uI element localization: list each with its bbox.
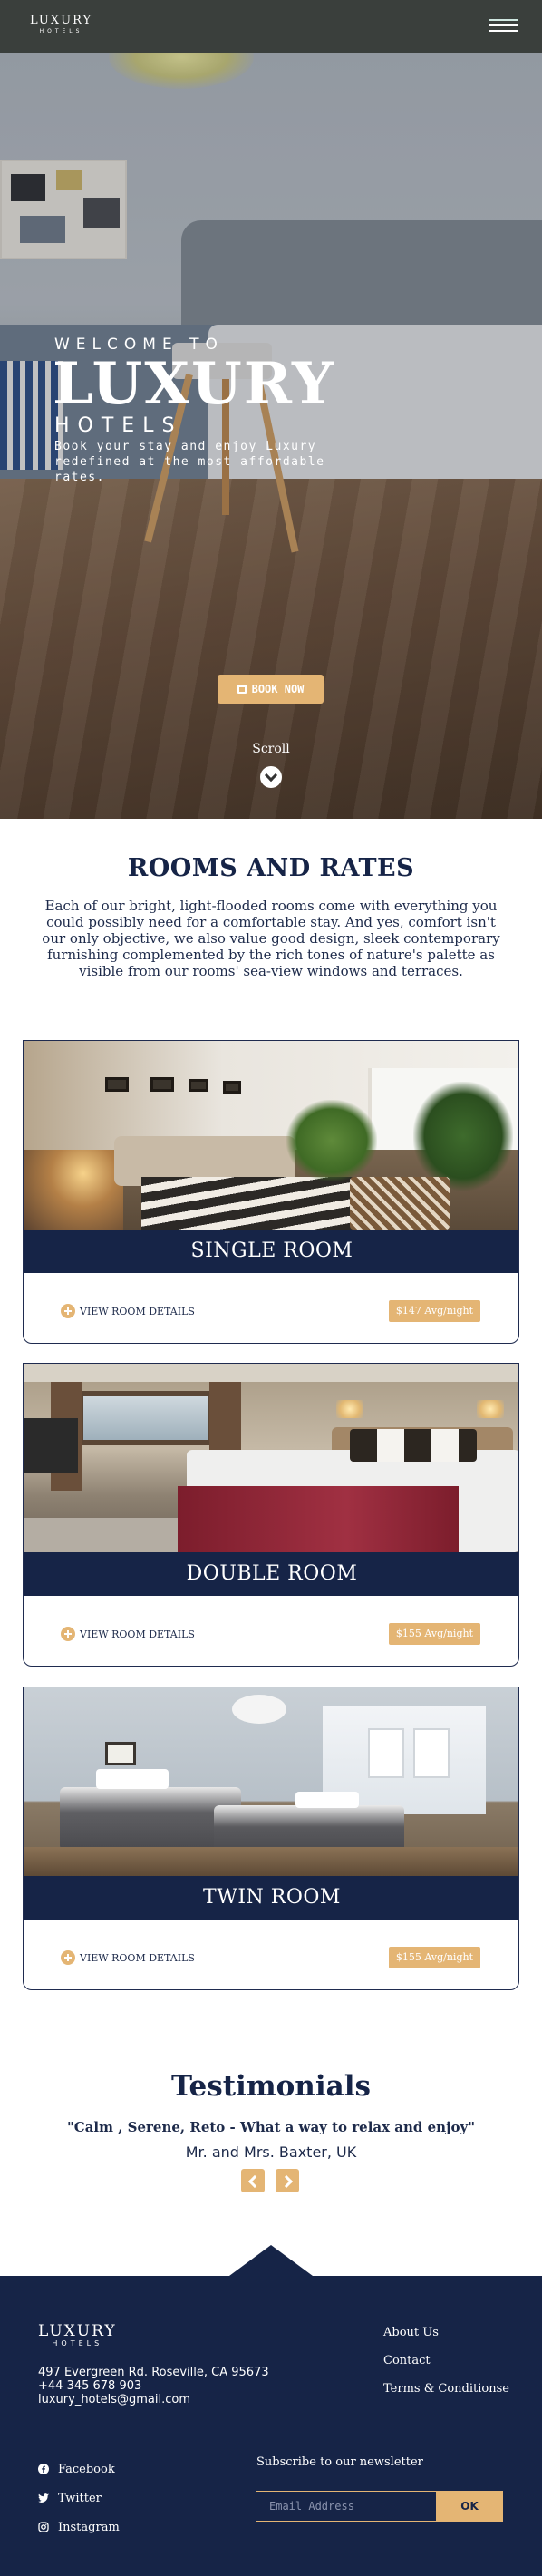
scroll-label: Scroll: [252, 742, 290, 756]
social-twitter-label: Twitter: [58, 2491, 102, 2505]
calendar-icon: [237, 685, 247, 694]
twin-room-photo: [24, 1687, 518, 1876]
top-nav: LUXURY HOTELS: [0, 0, 542, 53]
room-name: DOUBLE ROOM: [24, 1552, 518, 1596]
view-room-details-label: VIEW ROOM DETAILS: [80, 1951, 195, 1964]
logo-sub-text: HOTELS: [39, 28, 83, 34]
hero-title: LUXURY: [53, 350, 335, 418]
newsletter-label: Subscribe to our newsletter: [256, 2455, 423, 2469]
footer-link-contact[interactable]: Contact: [383, 2354, 509, 2382]
social-twitter[interactable]: Twitter: [38, 2484, 120, 2513]
single-room-photo: [24, 1041, 518, 1230]
room-price-badge: $155 Avg/night: [388, 1947, 480, 1968]
footer-email: luxury_hotels@gmail.com: [38, 2393, 190, 2406]
book-now-button[interactable]: BOOK NOW: [218, 675, 324, 704]
room-card-single: SINGLE ROOM VIEW ROOM DETAILS $147 Avg/n…: [23, 1040, 519, 1344]
room-card-double: DOUBLE ROOM VIEW ROOM DETAILS $155 Avg/n…: [23, 1363, 519, 1667]
newsletter-email-input[interactable]: [256, 2491, 436, 2522]
view-room-details-link[interactable]: VIEW ROOM DETAILS: [61, 1627, 195, 1641]
plus-circle-icon: [61, 1304, 75, 1318]
page: LUXURY HOTELS WELCOME TO LUXURY HOTELS B…: [0, 0, 542, 2576]
rooms-intro: Each of our bright, light-flooded rooms …: [42, 898, 500, 979]
double-room-photo: [24, 1364, 518, 1552]
view-room-details-link[interactable]: VIEW ROOM DETAILS: [61, 1950, 195, 1965]
footer-logo-sub: HOTELS: [52, 2339, 103, 2348]
room-name: TWIN ROOM: [24, 1876, 518, 1920]
rooms-title: ROOMS AND RATES: [127, 854, 415, 882]
social-instagram[interactable]: Instagram: [38, 2513, 120, 2542]
room-name: SINGLE ROOM: [24, 1230, 518, 1273]
room-price-badge: $147 Avg/night: [388, 1300, 480, 1322]
hero-text-block: WELCOME TO LUXURY HOTELS Book your stay …: [53, 335, 363, 485]
nav-logo[interactable]: LUXURY HOTELS: [30, 14, 92, 35]
instagram-icon: [38, 2522, 49, 2532]
view-room-details-label: VIEW ROOM DETAILS: [80, 1305, 195, 1317]
footer-logo[interactable]: LUXURY HOTELS: [38, 2323, 117, 2348]
footer-link-terms[interactable]: Terms & Conditionse: [383, 2382, 509, 2410]
room-card-twin: TWIN ROOM VIEW ROOM DETAILS $155 Avg/nig…: [23, 1687, 519, 1990]
facebook-icon: [38, 2464, 49, 2474]
room-price-badge: $155 Avg/night: [388, 1623, 480, 1645]
book-now-label: BOOK NOW: [251, 683, 305, 695]
testimonial-quote: "Calm , Serene, Reto - What a way to rel…: [66, 2119, 476, 2135]
footer-logo-main: LUXURY: [38, 2322, 117, 2340]
newsletter-ok-button[interactable]: OK: [436, 2491, 503, 2522]
chevron-right-icon[interactable]: [276, 2169, 299, 2192]
hero-tagline: Book your stay and enjoy Luxury redefine…: [54, 440, 325, 484]
social-facebook-label: Facebook: [58, 2462, 115, 2476]
view-room-details-label: VIEW ROOM DETAILS: [80, 1628, 195, 1640]
footer-address: 497 Evergreen Rd. Roseville, CA 95673: [38, 2366, 269, 2379]
hamburger-menu-icon[interactable]: [489, 15, 518, 35]
chevron-left-icon[interactable]: [241, 2169, 265, 2192]
chevron-down-icon[interactable]: [260, 766, 282, 788]
plus-circle-icon: [61, 1950, 75, 1965]
plus-circle-icon: [61, 1627, 75, 1641]
testimonials-title: Testimonials: [171, 2070, 371, 2103]
footer-link-about[interactable]: About Us: [383, 2326, 509, 2354]
testimonial-author: Mr. and Mrs. Baxter, UK: [185, 2143, 357, 2161]
footer: LUXURY HOTELS 497 Evergreen Rd. Rosevill…: [0, 2276, 542, 2576]
social-facebook[interactable]: Facebook: [38, 2454, 120, 2484]
footer-notch: [229, 2245, 313, 2276]
view-room-details-link[interactable]: VIEW ROOM DETAILS: [61, 1304, 195, 1318]
twitter-icon: [38, 2493, 49, 2503]
footer-links: About Us Contact Terms & Conditionse: [383, 2326, 509, 2410]
hero-subtitle: HOTELS: [54, 414, 183, 437]
social-instagram-label: Instagram: [58, 2520, 120, 2534]
footer-social: Facebook Twitter Instagram: [38, 2454, 120, 2542]
footer-contact: 497 Evergreen Rd. Roseville, CA 95673 +4…: [38, 2366, 269, 2406]
logo-main-text: LUXURY: [30, 14, 93, 27]
hero-section: WELCOME TO LUXURY HOTELS Book your stay …: [0, 53, 542, 819]
footer-phone: +44 345 678 903: [38, 2379, 142, 2393]
